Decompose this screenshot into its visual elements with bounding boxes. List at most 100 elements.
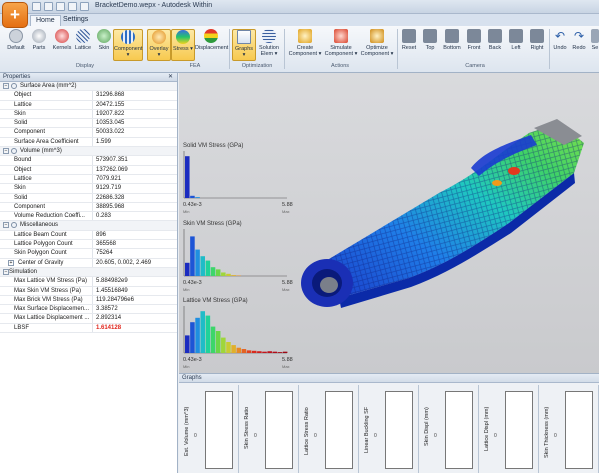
stress-button[interactable]: Stress ▾ xyxy=(171,29,195,61)
graph-panel[interactable]: Skin Stress Ratio 0 xyxy=(239,385,299,473)
histogram-bar xyxy=(221,337,226,353)
graph-label: Skin Stress Ratio xyxy=(244,407,250,450)
property-row[interactable]: Lattice Polygon Count 365568 xyxy=(0,240,177,250)
section-icon xyxy=(11,222,17,229)
solution-elem-button[interactable]: Solution Elem ▾ xyxy=(256,29,282,61)
property-label: Lattice Polygon Count xyxy=(14,241,73,248)
graph-panel[interactable]: Linear Buckling SF 0 xyxy=(359,385,419,473)
property-row[interactable]: Solid 10353.045 xyxy=(0,119,177,129)
graphs-panel: Graphs Est. Volume (mm^3) 0 Skin Stress Ra… xyxy=(179,373,599,473)
histogram-max-value: 5.88 xyxy=(282,202,293,208)
camera-left-button[interactable]: Left xyxy=(506,29,526,61)
property-row[interactable]: Bound 573907.351 xyxy=(0,156,177,166)
property-row[interactable]: Max Skin VM Stress (Pa) 1.45516849 xyxy=(0,286,177,296)
property-row[interactable]: Solid 22686.328 xyxy=(0,193,177,203)
optimize-component-button[interactable]: Optimize Component ▾ xyxy=(360,29,394,61)
graph-panel[interactable]: Lattice Stress Ratio 0 xyxy=(299,385,359,473)
property-section[interactable]: − Simulation xyxy=(0,267,177,278)
property-row[interactable]: Surface Area Coefficient 1.599 xyxy=(0,137,177,148)
properties-panel: Properties ✕ − Surface Area (mm^2) Object 31… xyxy=(0,73,178,473)
graph-panel[interactable]: Est. Volume (mm^3) 0 xyxy=(179,385,239,473)
property-row[interactable]: Object 31296.868 xyxy=(0,91,177,101)
property-row[interactable]: Component 50033.022 xyxy=(0,128,177,138)
graph-value: 0 xyxy=(254,433,257,439)
property-row[interactable]: Skin 9129.719 xyxy=(0,184,177,194)
camera-bottom-button[interactable]: Bottom xyxy=(441,29,463,61)
camera-back-button[interactable]: Back xyxy=(485,29,505,61)
collapse-toggle-icon[interactable]: − xyxy=(3,83,9,89)
property-row[interactable]: Skin 19207.822 xyxy=(0,109,177,120)
optimize-component-icon xyxy=(370,29,384,43)
redo-button[interactable]: ↷ Redo xyxy=(570,29,588,61)
graph-panel[interactable]: Skin Thickness (mm) 0 xyxy=(539,385,599,473)
graph-panel[interactable]: Skin Displ (mm) 0 xyxy=(419,385,479,473)
property-row[interactable]: Skin Polygon Count 75264 xyxy=(0,249,177,259)
property-label: Component xyxy=(14,129,46,136)
redo-icon[interactable] xyxy=(80,2,89,11)
undo-button[interactable]: ↶ Undo xyxy=(551,29,569,61)
camera-reset-button[interactable]: Reset xyxy=(399,29,419,61)
3d-viewport[interactable]: Solid VM Stress (GPa) 0.43e-3 5.88 Min Max Sk… xyxy=(179,73,599,373)
camera-front-button[interactable]: Front xyxy=(464,29,484,61)
overlay-button[interactable]: Overlay ▾ xyxy=(147,29,171,61)
camera-top-button[interactable]: Top xyxy=(420,29,440,61)
section-icon xyxy=(11,83,17,89)
open-icon[interactable] xyxy=(44,2,53,11)
property-value: 19207.822 xyxy=(92,109,176,119)
property-value: 365568 xyxy=(92,240,176,249)
left-view-icon xyxy=(509,29,523,43)
back-view-icon xyxy=(488,29,502,43)
save-icon[interactable] xyxy=(56,2,65,11)
property-row[interactable]: Max Brick VM Stress (Pa) 119.284796e6 xyxy=(0,295,177,306)
property-row[interactable]: Max Lattice VM Stress (Pa) 5.884982e9 xyxy=(0,277,177,287)
graphs-button[interactable]: Graphs ▾ xyxy=(232,29,256,61)
collapse-toggle-icon[interactable]: − xyxy=(3,148,9,155)
property-row[interactable]: Max Surface Displacemen... 3.38572 xyxy=(0,305,177,315)
property-label: Max Lattice Displacement ... xyxy=(14,315,90,322)
property-label: Lattice Beam Count xyxy=(14,231,67,238)
graph-label: Linear Buckling SF xyxy=(364,407,370,454)
camera-right-button[interactable]: Right xyxy=(527,29,547,61)
pin-icon[interactable]: ✕ xyxy=(168,73,173,81)
simulate-component-button[interactable]: Simulate Component ▾ xyxy=(324,29,358,61)
histogram-bar xyxy=(185,335,190,353)
property-row[interactable]: + Center of Gravity 20.605, 0.002, 2.469 xyxy=(0,258,177,268)
ribbon: Default Parts Kernels Lattice Skin Compo… xyxy=(0,26,599,73)
app-menu-button[interactable]: + xyxy=(2,2,28,28)
graphs-icon xyxy=(237,30,251,44)
property-row[interactable]: Lattice Beam Count 896 xyxy=(0,230,177,241)
property-value: 20472.155 xyxy=(92,100,176,109)
histogram-bar xyxy=(226,342,231,353)
property-row[interactable]: Lattice 7079.921 xyxy=(0,174,177,185)
property-section[interactable]: − Surface Area (mm^2) xyxy=(0,82,177,92)
undo-icon[interactable] xyxy=(68,2,77,11)
ribbon-separator xyxy=(229,29,230,69)
properties-list: − Surface Area (mm^2) Object 31296.868 Latti… xyxy=(0,82,177,334)
create-component-button[interactable]: Create Component ▾ xyxy=(288,29,322,61)
component-button[interactable]: Component ▾ xyxy=(113,29,143,61)
default-button[interactable]: Default xyxy=(4,29,28,61)
property-row[interactable]: Max Lattice Displacement ... 2.892314 xyxy=(0,314,177,324)
histogram-bar xyxy=(272,351,278,353)
property-row[interactable]: Volume Reduction Coeffi... 0.283 xyxy=(0,212,177,222)
parts-button[interactable]: Parts xyxy=(27,29,51,61)
property-row[interactable]: Component 38895.968 xyxy=(0,202,177,213)
property-section[interactable]: − Miscellaneous xyxy=(0,221,177,231)
histogram-bar xyxy=(200,311,205,353)
settings-button[interactable]: Se xyxy=(589,29,599,61)
collapse-toggle-icon[interactable]: − xyxy=(3,222,9,229)
tab-settings[interactable]: Settings xyxy=(58,15,93,26)
expand-toggle-icon[interactable]: + xyxy=(8,259,14,266)
property-value: 7079.921 xyxy=(92,174,176,184)
property-section[interactable]: − Volume (mm^3) xyxy=(0,147,177,157)
displacement-button[interactable]: Displacement xyxy=(195,29,228,61)
tab-home[interactable]: Home xyxy=(30,15,61,26)
property-row[interactable]: Lattice 20472.155 xyxy=(0,100,177,110)
property-row[interactable]: Object 137262.069 xyxy=(0,165,177,175)
histogram-bar xyxy=(251,350,257,353)
new-icon[interactable] xyxy=(32,2,41,11)
graph-panel[interactable]: Lattice Displ (mm) 0 xyxy=(479,385,539,473)
histogram-bar xyxy=(190,322,195,353)
property-row[interactable]: LBSF 1.614128 xyxy=(0,323,177,334)
graph-plot-area xyxy=(505,391,533,469)
